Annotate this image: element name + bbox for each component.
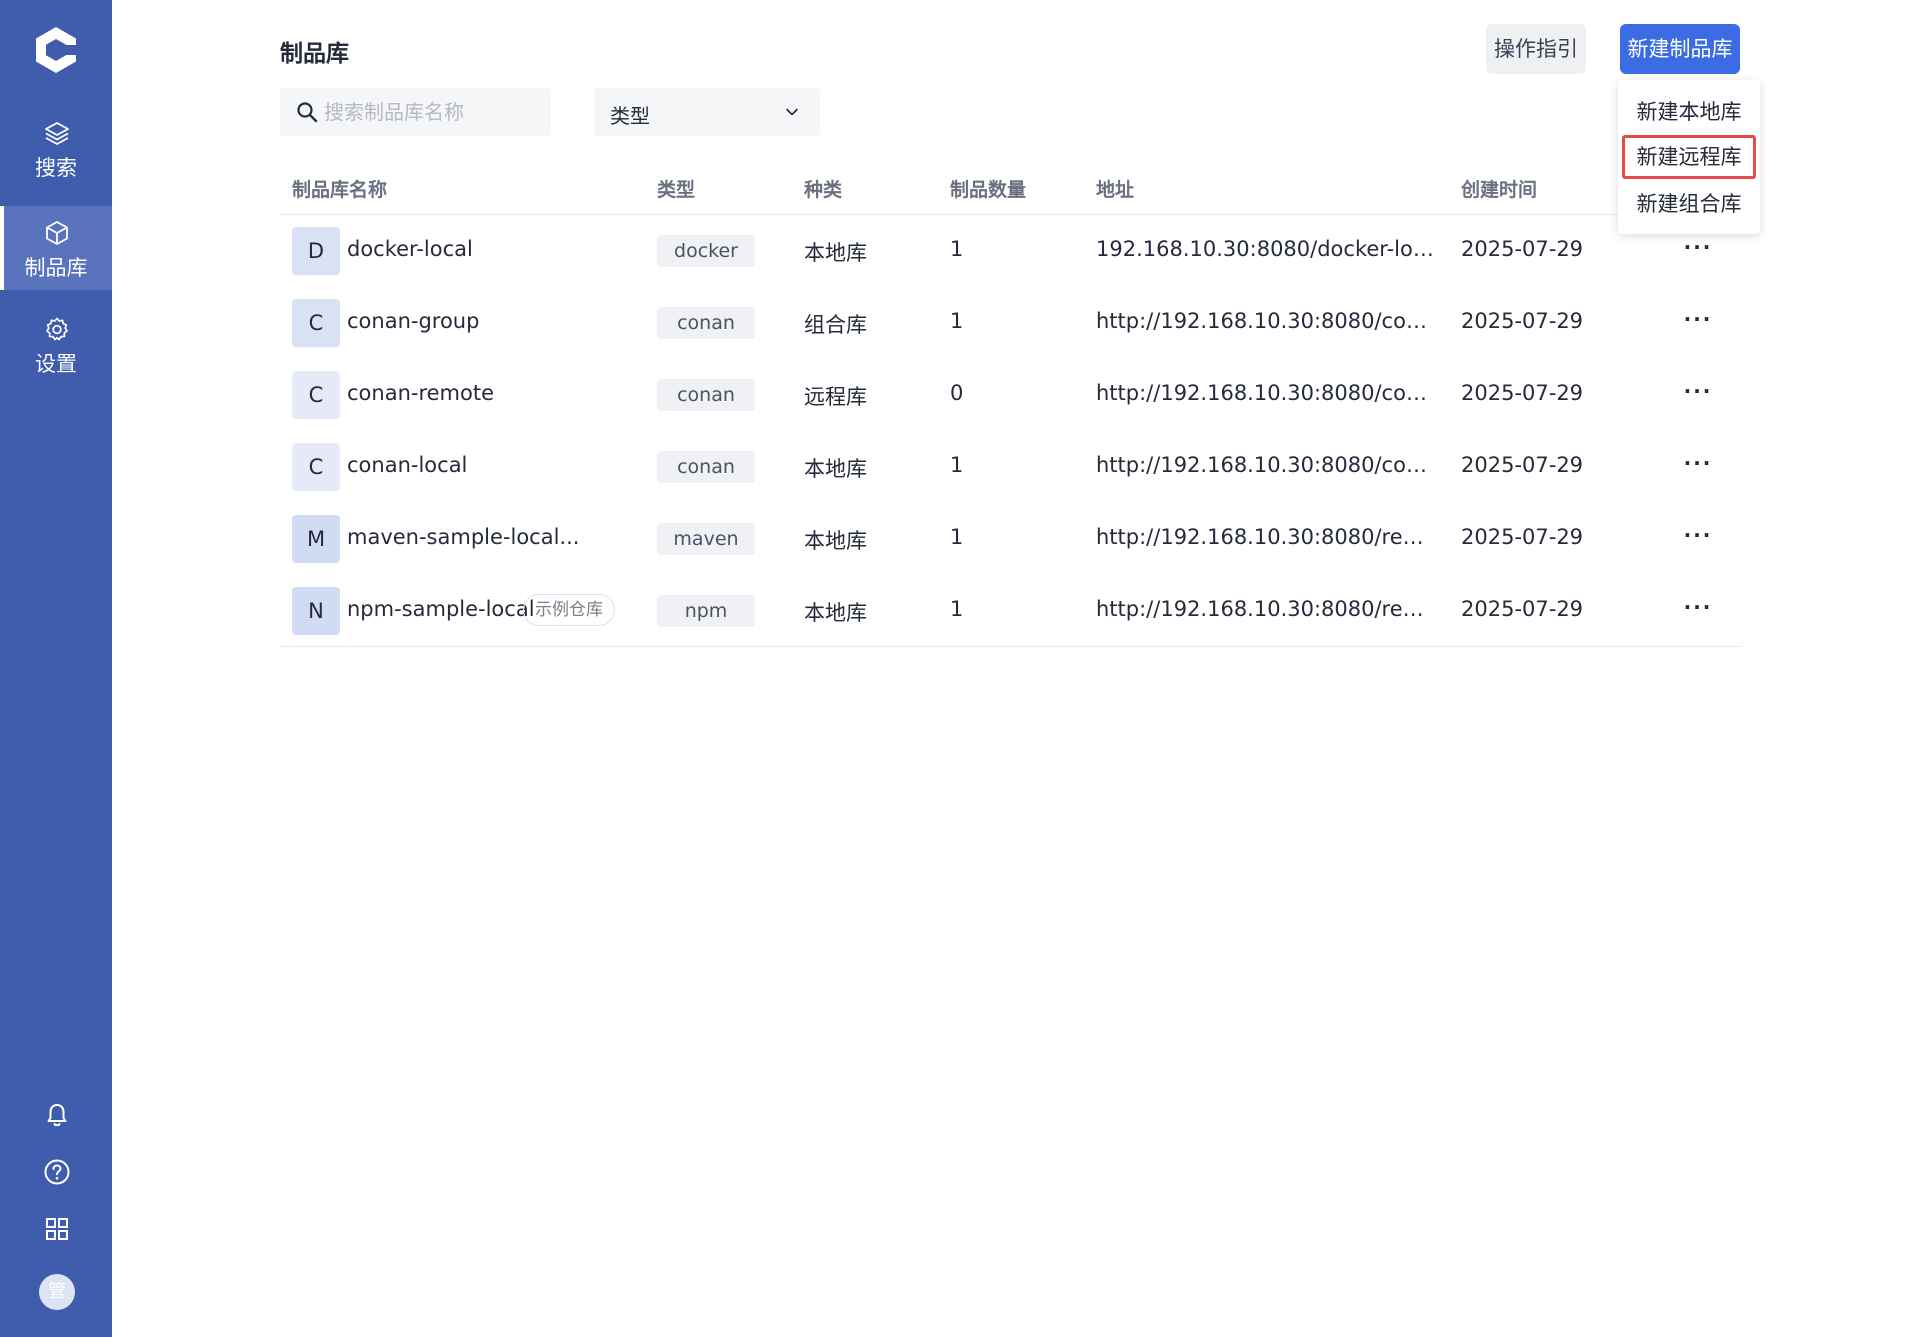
repo-count: 1 bbox=[950, 597, 964, 621]
search-input[interactable] bbox=[324, 96, 539, 128]
repo-created: 2025-07-29 bbox=[1461, 453, 1584, 477]
repo-kind: 本地库 bbox=[804, 601, 867, 625]
repo-kind: 远程库 bbox=[804, 385, 867, 409]
menu-item-new-remote[interactable]: 新建远程库 bbox=[1622, 135, 1756, 179]
table-row[interactable]: M maven-sample-local... maven 本地库 1 http… bbox=[280, 503, 1742, 575]
repo-count: 1 bbox=[950, 309, 964, 333]
repo-type-tag: maven bbox=[657, 523, 755, 555]
table-bottom-divider bbox=[280, 646, 1742, 647]
nav-label: 搜索 bbox=[35, 156, 77, 180]
column-header-name[interactable]: 制品库名称 bbox=[292, 175, 387, 202]
repo-created: 2025-07-29 bbox=[1461, 309, 1584, 333]
repo-avatar: C bbox=[292, 443, 340, 491]
repo-name[interactable]: conan-remote bbox=[347, 381, 494, 405]
new-repository-button[interactable]: 新建制品库 bbox=[1620, 24, 1740, 74]
more-actions-button[interactable]: ··· bbox=[1678, 451, 1718, 475]
menu-item-new-local[interactable]: 新建本地库 bbox=[1622, 90, 1756, 134]
table-row[interactable]: C conan-remote conan 远程库 0 http://192.16… bbox=[280, 359, 1742, 431]
guide-button[interactable]: 操作指引 bbox=[1486, 24, 1586, 74]
layers-icon bbox=[45, 122, 69, 145]
repo-name[interactable]: npm-sample-local bbox=[347, 597, 535, 621]
type-select[interactable]: 类型 bbox=[594, 88, 820, 136]
repo-count: 1 bbox=[950, 237, 964, 261]
sidebar: 搜索 制品库 设置 管 bbox=[0, 0, 112, 1337]
nav-label: 制品库 bbox=[24, 256, 88, 280]
app-logo[interactable] bbox=[30, 24, 82, 76]
table-row[interactable]: C conan-group conan 组合库 1 http://192.168… bbox=[280, 287, 1742, 359]
sample-repo-tag: 示例仓库 bbox=[523, 594, 615, 626]
search-icon bbox=[297, 102, 318, 123]
repo-name[interactable]: conan-local bbox=[347, 453, 467, 477]
menu-item-new-group[interactable]: 新建组合库 bbox=[1622, 182, 1756, 226]
chevron-down-icon bbox=[786, 108, 798, 116]
repo-kind: 本地库 bbox=[804, 241, 867, 265]
repo-type-tag: conan bbox=[657, 379, 755, 411]
more-actions-button[interactable]: ··· bbox=[1678, 307, 1718, 331]
repo-avatar: M bbox=[292, 515, 340, 563]
repo-created: 2025-07-29 bbox=[1461, 237, 1584, 261]
table-row[interactable]: D docker-local docker 本地库 1 192.168.10.3… bbox=[280, 215, 1742, 287]
repo-avatar: N bbox=[292, 587, 340, 635]
more-actions-button[interactable]: ··· bbox=[1678, 523, 1718, 547]
repo-created: 2025-07-29 bbox=[1461, 597, 1584, 621]
repo-type-tag: npm bbox=[657, 595, 755, 627]
repo-type-tag: conan bbox=[657, 307, 755, 339]
repo-type-tag: conan bbox=[657, 451, 755, 483]
search-field[interactable] bbox=[280, 88, 551, 136]
repo-created: 2025-07-29 bbox=[1461, 381, 1584, 405]
repo-kind: 本地库 bbox=[804, 529, 867, 553]
new-repository-menu: 新建本地库 新建远程库 新建组合库 bbox=[1618, 80, 1760, 234]
repo-kind: 组合库 bbox=[804, 313, 867, 337]
repo-address: 192.168.10.30:8080/docker-local bbox=[1096, 237, 1436, 261]
repo-count: 0 bbox=[950, 381, 964, 405]
gear-icon bbox=[46, 317, 68, 341]
repo-avatar: C bbox=[292, 371, 340, 419]
repo-kind: 本地库 bbox=[804, 457, 867, 481]
repo-name[interactable]: conan-group bbox=[347, 309, 479, 333]
repo-address: http://192.168.10.30:8080/reposito... bbox=[1096, 597, 1436, 621]
page-title: 制品库 bbox=[280, 41, 349, 67]
apps-grid-icon[interactable] bbox=[43, 1215, 71, 1243]
cube-icon bbox=[46, 221, 68, 245]
bell-icon[interactable] bbox=[43, 1101, 71, 1129]
nav-label: 设置 bbox=[35, 352, 77, 376]
repo-name[interactable]: maven-sample-local... bbox=[347, 525, 579, 549]
column-header-type[interactable]: 类型 bbox=[657, 175, 695, 202]
repo-name[interactable]: docker-local bbox=[347, 237, 473, 261]
help-icon[interactable] bbox=[43, 1158, 71, 1186]
column-header-address[interactable]: 地址 bbox=[1096, 175, 1134, 202]
repo-count: 1 bbox=[950, 525, 964, 549]
column-header-count[interactable]: 制品数量 bbox=[950, 175, 1026, 202]
repo-address: http://192.168.10.30:8080/conan/c... bbox=[1096, 309, 1436, 333]
nav-item-repositories[interactable]: 制品库 bbox=[0, 206, 112, 290]
column-header-kind[interactable]: 种类 bbox=[804, 175, 842, 202]
type-select-value: 类型 bbox=[610, 104, 650, 128]
repo-created: 2025-07-29 bbox=[1461, 525, 1584, 549]
avatar[interactable]: 管 bbox=[39, 1274, 75, 1310]
repo-avatar: D bbox=[292, 227, 340, 275]
column-header-created[interactable]: 创建时间 bbox=[1461, 175, 1537, 202]
nav-item-settings[interactable]: 设置 bbox=[0, 302, 112, 386]
table-row[interactable]: C conan-local conan 本地库 1 http://192.168… bbox=[280, 431, 1742, 503]
repo-address: http://192.168.10.30:8080/conan/c... bbox=[1096, 453, 1436, 477]
repo-avatar: C bbox=[292, 299, 340, 347]
more-actions-button[interactable]: ··· bbox=[1678, 235, 1718, 259]
repo-type-tag: docker bbox=[657, 235, 755, 267]
more-actions-button[interactable]: ··· bbox=[1678, 595, 1718, 619]
repo-count: 1 bbox=[950, 453, 964, 477]
table-row[interactable]: N npm-sample-local 示例仓库 npm 本地库 1 http:/… bbox=[280, 575, 1742, 647]
repo-address: http://192.168.10.30:8080/conan/c... bbox=[1096, 381, 1436, 405]
repo-address: http://192.168.10.30:8080/reposito... bbox=[1096, 525, 1436, 549]
more-actions-button[interactable]: ··· bbox=[1678, 379, 1718, 403]
nav-item-search[interactable]: 搜索 bbox=[0, 106, 112, 190]
